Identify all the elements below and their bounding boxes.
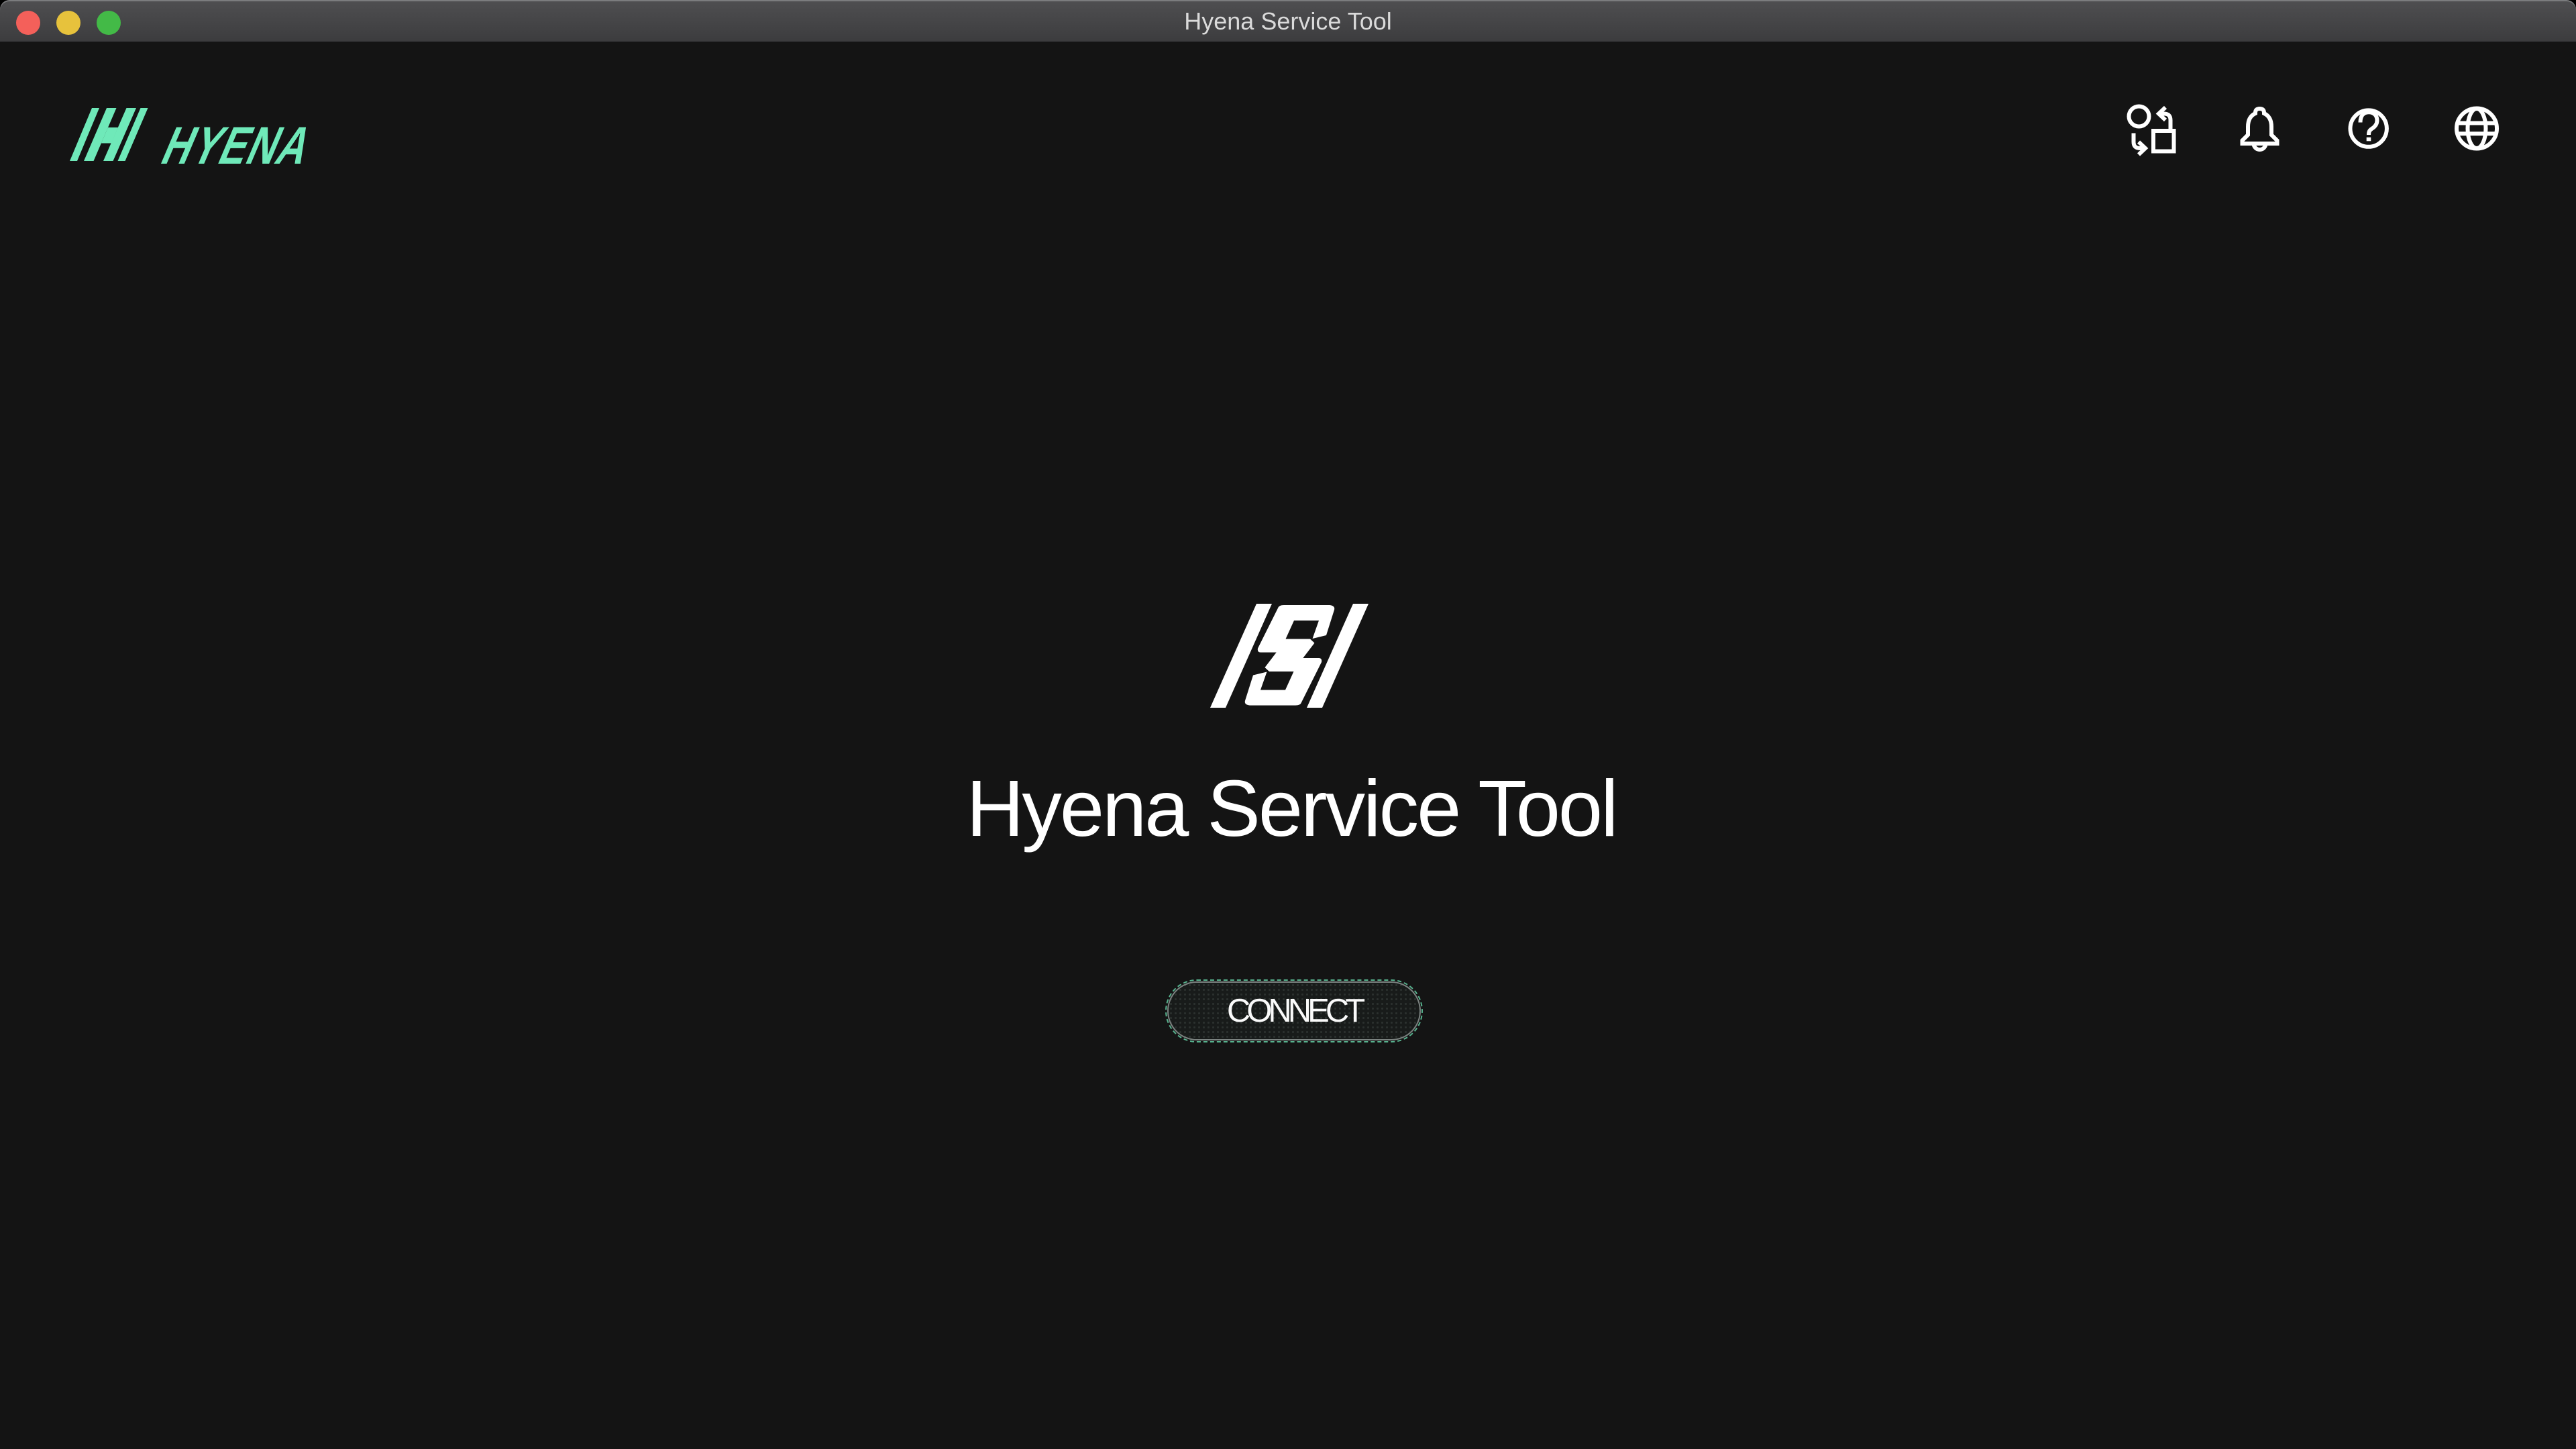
- svg-text:HYENA: HYENA: [154, 115, 323, 175]
